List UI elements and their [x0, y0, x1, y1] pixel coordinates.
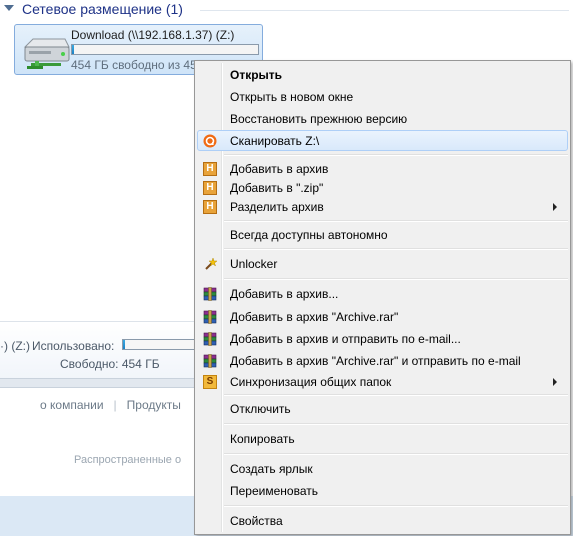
link-separator: | [113, 398, 117, 412]
drive-usage-bar [71, 44, 259, 55]
details-used-label: Использовано: [32, 339, 115, 353]
menu-item-create-shortcut[interactable]: Создать ярлык [197, 458, 568, 479]
menu-item-open[interactable]: Открыть [197, 64, 568, 85]
drive-name: Download (\\192.168.1.37) (Z:) [71, 28, 235, 42]
winrar-icon [203, 332, 217, 346]
details-panel: ·) (Z:) Использовано: Свободно: 454 ГБ [0, 321, 200, 379]
menu-separator [224, 278, 568, 280]
menu-item-label: Отключить [230, 402, 291, 416]
menu-item-add-to-archive-haozip[interactable]: H Добавить в архив [197, 158, 568, 179]
network-location-group-header[interactable]: Сетевое размещение (1) [0, 0, 573, 20]
details-usage-fill [123, 340, 125, 349]
haozip-icon: H [203, 162, 217, 176]
menu-item-label: Добавить в архив "Archive.rar" и отправи… [230, 354, 521, 368]
webpage-link-products[interactable]: Продукты [127, 398, 181, 412]
details-drive-letter: ·) (Z:) [0, 339, 30, 353]
winrar-icon [203, 354, 217, 368]
menu-separator [224, 394, 568, 396]
menu-item-rar-email[interactable]: Добавить в архив и отправить по e-mail..… [197, 328, 568, 349]
group-title: Сетевое размещение (1) [22, 1, 183, 17]
menu-item-disconnect[interactable]: Отключить [197, 398, 568, 419]
haozip-icon: H [203, 181, 217, 195]
winrar-icon [203, 287, 217, 301]
menu-item-rar-add-archive-rar[interactable]: Добавить в архив "Archive.rar" [197, 306, 568, 327]
menu-item-label: Добавить в архив... [230, 287, 339, 301]
menu-item-copy[interactable]: Копировать [197, 428, 568, 449]
webpage-links: о компании | Продукты [40, 398, 181, 412]
status-strip [0, 378, 200, 388]
unlocker-wand-icon [205, 257, 217, 270]
menu-item-always-offline[interactable]: Всегда доступны автономно [197, 224, 568, 245]
menu-item-label: Открыть [230, 68, 283, 82]
menu-separator [224, 220, 568, 222]
menu-item-label: Синхронизация общих папок [230, 375, 392, 389]
menu-item-label: Добавить в архив "Archive.rar" [230, 310, 399, 324]
menu-item-split-archive[interactable]: H Разделить архив [197, 196, 568, 217]
haozip-icon: H [203, 200, 217, 214]
drive-usage-fill [72, 45, 74, 54]
menu-item-label: Всегда доступны автономно [230, 228, 388, 242]
menu-item-label: Открыть в новом окне [230, 90, 354, 104]
menu-item-label: Добавить в архив и отправить по e-mail..… [230, 332, 461, 346]
menu-item-label: Unlocker [230, 257, 278, 271]
menu-item-rename[interactable]: Переименовать [197, 480, 568, 501]
details-usage-bar [122, 339, 200, 350]
menu-separator [224, 248, 568, 250]
menu-separator [224, 453, 568, 455]
menu-item-label: Сканировать Z:\ [230, 134, 320, 148]
menu-item-label: Восстановить прежнюю версию [230, 112, 408, 126]
menu-item-label: Разделить архив [230, 200, 324, 214]
context-menu: Открыть Открыть в новом окне Восстановить … [194, 60, 571, 535]
submenu-arrow-icon [553, 203, 557, 211]
webpage-link-company[interactable]: о компании [40, 398, 104, 412]
menu-item-add-to-zip[interactable]: H Добавить в ".zip" [197, 177, 568, 198]
sync-folders-icon: S [203, 375, 217, 389]
menu-item-rar-add[interactable]: Добавить в архив... [197, 283, 568, 304]
menu-separator [224, 154, 568, 156]
webpage-faq-text: Распространенные о [74, 454, 182, 466]
menu-item-label: Свойства [230, 514, 283, 528]
menu-item-open-new-window[interactable]: Открыть в новом окне [197, 86, 568, 107]
network-drive-icon [23, 38, 70, 69]
collapse-arrow-icon[interactable] [4, 5, 14, 11]
menu-separator [224, 505, 568, 507]
winrar-icon [203, 310, 217, 324]
menu-item-rar-archive-rar-email[interactable]: Добавить в архив "Archive.rar" и отправи… [197, 350, 568, 371]
menu-item-label: Копировать [230, 432, 295, 446]
details-free-label: Свободно: 454 ГБ [60, 357, 160, 371]
menu-item-label: Переименовать [230, 484, 318, 498]
menu-item-unlocker[interactable]: Unlocker [197, 253, 568, 274]
menu-item-label: Создать ярлык [230, 462, 313, 476]
avast-scan-icon [203, 134, 217, 148]
menu-separator [224, 423, 568, 425]
menu-item-properties[interactable]: Свойства [197, 510, 568, 531]
drive-free-space: 454 ГБ свободно из 456 [71, 58, 204, 72]
menu-item-sync-shared-folders[interactable]: S Синхронизация общих папок [197, 371, 568, 392]
menu-item-restore-version[interactable]: Восстановить прежнюю версию [197, 108, 568, 129]
submenu-arrow-icon [553, 378, 557, 386]
menu-item-scan[interactable]: Сканировать Z:\ [197, 130, 568, 151]
group-divider [200, 10, 569, 11]
